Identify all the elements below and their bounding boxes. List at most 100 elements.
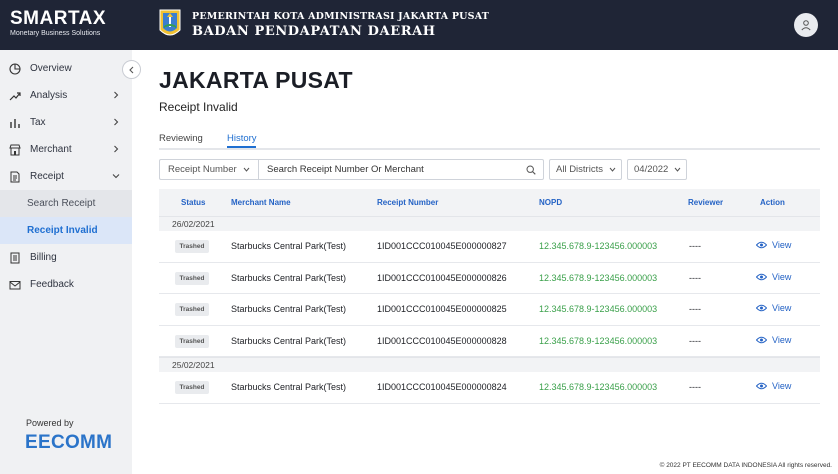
sidebar-subitem-receipt-invalid[interactable]: Receipt Invalid [0, 217, 132, 244]
column-header-reviewer: Reviewer [688, 198, 724, 207]
gov-line-2: BADAN PENDAPATAN DAERAH [192, 24, 436, 39]
column-header-status: Status [181, 198, 206, 207]
column-header-merchant: Merchant Name [231, 198, 291, 207]
view-label: View [772, 303, 792, 313]
table-row: Trashed Starbucks Central Park(Test) 1ID… [159, 294, 820, 326]
period-value: 04/2022 [634, 164, 669, 175]
chevron-down-icon [243, 167, 250, 172]
sidebar-item-receipt[interactable]: Receipt [0, 163, 132, 190]
sidebar-item-overview[interactable]: Overview [0, 55, 132, 82]
pie-chart-icon [9, 62, 21, 75]
sidebar-item-billing[interactable]: Billing [0, 244, 132, 271]
table-row: Trashed Starbucks Central Park(Test) 1ID… [159, 326, 820, 357]
main-content: JAKARTA PUSAT Receipt Invalid Reviewing … [132, 50, 838, 474]
view-button[interactable]: View [756, 381, 791, 391]
user-avatar[interactable] [794, 13, 818, 37]
tab-history[interactable]: History [227, 133, 257, 144]
sidebar-collapse-button[interactable] [122, 60, 141, 79]
chevron-down-icon [609, 167, 616, 172]
sidebar-subitem-label: Receipt Invalid [27, 225, 98, 236]
eye-icon [756, 241, 767, 249]
merchant-name: Starbucks Central Park(Test) [231, 241, 347, 251]
sidebar-item-label: Feedback [30, 279, 74, 290]
status-badge: Trashed [175, 271, 209, 285]
eecomm-logo: EECOMM [25, 432, 113, 453]
eye-icon [756, 273, 767, 280]
reviewer-value: ---- [689, 304, 701, 314]
column-header-receipt-number: Receipt Number [377, 198, 439, 207]
nopd-value: 12.345.678.9-123456.000003 [539, 382, 658, 392]
sidebar-item-feedback[interactable]: Feedback [0, 271, 132, 298]
sidebar-item-analysis[interactable]: Analysis [0, 82, 132, 109]
sidebar-subitem-label: Search Receipt [27, 198, 96, 209]
eye-icon [756, 336, 767, 343]
sidebar-item-label: Tax [30, 117, 46, 128]
document-icon [10, 252, 20, 263]
user-icon [801, 20, 811, 31]
date-group-header: 26/02/2021 [159, 216, 820, 231]
reviewer-value: ---- [689, 241, 701, 251]
search-input[interactable]: Search Receipt Number Or Merchant [258, 159, 544, 180]
top-bar: SMARTAX Monetary Business Solutions PEME… [0, 0, 838, 50]
merchant-name: Starbucks Central Park(Test) [231, 304, 347, 314]
column-header-nopd: NOPD [539, 198, 563, 207]
sidebar-item-label: Merchant [30, 144, 72, 155]
search-type-dropdown[interactable]: Receipt Number [159, 159, 258, 180]
table-row: Trashed Starbucks Central Park(Test) 1ID… [159, 263, 820, 294]
status-badge: Trashed [175, 334, 209, 348]
store-icon [9, 144, 21, 155]
view-button[interactable]: View [756, 335, 791, 345]
brand-logo[interactable]: SMARTAX Monetary Business Solutions [10, 9, 106, 38]
view-label: View [772, 271, 792, 282]
receipt-table: Status Merchant Name Receipt Number NOPD… [159, 189, 820, 404]
district-dropdown[interactable]: All Districts [549, 159, 622, 180]
brand-name: SMARTAX [10, 8, 107, 29]
view-button[interactable]: View [756, 272, 791, 282]
receipt-number: 1ID001CCC010045E000000824 [377, 382, 507, 392]
page-title: JAKARTA PUSAT [159, 67, 353, 93]
eye-icon [756, 304, 767, 312]
date-group-header: 25/02/2021 [159, 357, 820, 372]
search-type-value: Receipt Number [168, 164, 237, 175]
receipt-number: 1ID001CCC010045E000000828 [377, 335, 507, 346]
city-crest-icon [159, 9, 181, 36]
period-dropdown[interactable]: 04/2022 [627, 159, 687, 180]
bar-chart-icon [10, 118, 20, 128]
table-row: Trashed Starbucks Central Park(Test) 1ID… [159, 372, 820, 404]
nopd-value: 12.345.678.9-123456.000003 [539, 304, 658, 314]
receipt-number: 1ID001CCC010045E000000825 [377, 304, 507, 314]
receipt-number: 1ID001CCC010045E000000827 [377, 241, 507, 251]
mail-icon [9, 280, 21, 289]
sidebar-item-merchant[interactable]: Merchant [0, 136, 132, 163]
chevron-right-icon [114, 118, 119, 126]
brand-tagline: Monetary Business Solutions [10, 30, 101, 37]
sidebar-subitem-search-receipt[interactable]: Search Receipt [0, 190, 132, 217]
reviewer-value: ---- [689, 382, 701, 392]
view-button[interactable]: View [756, 303, 791, 313]
column-header-action: Action [760, 198, 785, 207]
view-button[interactable]: View [756, 240, 791, 250]
reviewer-value: ---- [689, 335, 701, 346]
sidebar: Overview Analysis Tax Merchant Receipt S… [0, 50, 132, 474]
powered-by-label: Powered by [26, 418, 74, 428]
trend-icon [9, 91, 21, 100]
chevron-down-icon [112, 174, 120, 179]
merchant-name: Starbucks Central Park(Test) [231, 335, 347, 346]
merchant-name: Starbucks Central Park(Test) [231, 382, 347, 392]
view-label: View [772, 334, 792, 345]
sidebar-item-label: Overview [30, 63, 72, 74]
gov-line-1: PEMERINTAH KOTA ADMINISTRASI JAKARTA PUS… [192, 11, 490, 22]
receipt-number: 1ID001CCC010045E000000826 [377, 272, 507, 283]
chevron-right-icon [114, 145, 119, 153]
reviewer-value: ---- [689, 272, 701, 283]
status-badge: Trashed [175, 381, 209, 394]
table-row: Trashed Starbucks Central Park(Test) 1ID… [159, 231, 820, 263]
active-tab-indicator [227, 146, 256, 148]
tab-reviewing[interactable]: Reviewing [159, 133, 203, 144]
chevron-left-icon [128, 66, 133, 73]
sidebar-item-label: Analysis [30, 90, 68, 101]
sidebar-item-label: Receipt [30, 171, 64, 182]
sidebar-item-tax[interactable]: Tax [0, 109, 132, 136]
search-icon[interactable] [526, 165, 536, 175]
chevron-right-icon [114, 91, 119, 99]
